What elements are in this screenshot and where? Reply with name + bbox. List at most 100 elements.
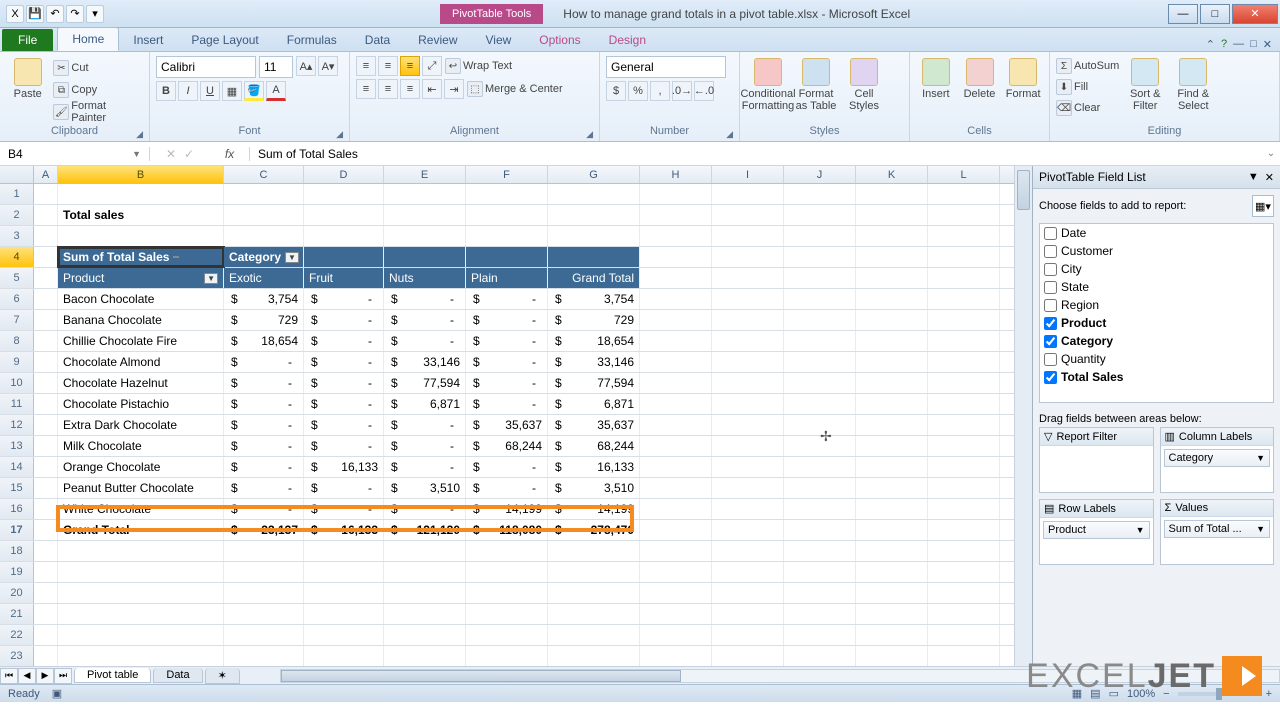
cell[interactable]: [548, 604, 640, 624]
cell[interactable]: [58, 646, 224, 666]
cell[interactable]: [304, 604, 384, 624]
cell[interactable]: [784, 625, 856, 645]
alignment-dialog-icon[interactable]: ◢: [586, 129, 593, 140]
row-header[interactable]: 23: [0, 646, 34, 666]
field-checkbox[interactable]: Customer: [1040, 242, 1273, 260]
cut-button[interactable]: ✂Cut: [53, 58, 143, 78]
cell[interactable]: [640, 352, 712, 372]
align-right-icon[interactable]: ≡: [400, 79, 420, 99]
cell[interactable]: [640, 415, 712, 435]
cell[interactable]: [712, 331, 784, 351]
expand-formula-icon[interactable]: ⌄: [1262, 148, 1280, 159]
row-header[interactable]: 4: [0, 247, 34, 267]
cell[interactable]: $-: [224, 457, 304, 477]
cell[interactable]: [784, 289, 856, 309]
cell[interactable]: [640, 583, 712, 603]
cell[interactable]: [856, 247, 928, 267]
cell[interactable]: Chocolate Hazelnut: [58, 373, 224, 393]
cell[interactable]: [712, 520, 784, 540]
cell[interactable]: [856, 499, 928, 519]
inc-indent-icon[interactable]: ⇥: [444, 79, 464, 99]
cell[interactable]: [640, 226, 712, 246]
row-header[interactable]: 7: [0, 310, 34, 330]
cell[interactable]: [466, 625, 548, 645]
comma-icon[interactable]: ,: [650, 81, 670, 101]
field-checkbox[interactable]: Quantity: [1040, 350, 1273, 368]
cell[interactable]: [712, 373, 784, 393]
cell[interactable]: $16,133: [304, 520, 384, 540]
cell[interactable]: [856, 625, 928, 645]
cell[interactable]: [466, 247, 548, 267]
cell[interactable]: [224, 604, 304, 624]
cell[interactable]: [34, 541, 58, 561]
find-select-button[interactable]: Find & Select: [1171, 56, 1215, 112]
align-top-icon[interactable]: ≡: [356, 56, 376, 76]
bold-button[interactable]: B: [156, 81, 176, 101]
cell[interactable]: [712, 415, 784, 435]
cell[interactable]: [640, 310, 712, 330]
cell[interactable]: [34, 373, 58, 393]
col-header[interactable]: H: [640, 166, 712, 183]
cell[interactable]: $-: [224, 373, 304, 393]
field-checkbox[interactable]: Product: [1040, 314, 1273, 332]
cell[interactable]: [784, 646, 856, 666]
cell[interactable]: [784, 604, 856, 624]
align-bottom-icon[interactable]: ≡: [400, 56, 420, 76]
cell[interactable]: [856, 562, 928, 582]
border-button[interactable]: ▦: [222, 81, 242, 101]
cond-format-button[interactable]: Conditional Formatting: [746, 56, 790, 112]
font-dialog-icon[interactable]: ◢: [336, 129, 343, 140]
cell[interactable]: [34, 184, 58, 204]
cell[interactable]: [58, 541, 224, 561]
cell[interactable]: [856, 268, 928, 288]
cell[interactable]: $-: [224, 436, 304, 456]
cell[interactable]: $-: [384, 310, 466, 330]
field-checkbox[interactable]: Total Sales: [1040, 368, 1273, 386]
cell[interactable]: [548, 646, 640, 666]
cell[interactable]: [928, 184, 1000, 204]
scroll-thumb[interactable]: [281, 670, 681, 682]
cell[interactable]: [466, 562, 548, 582]
cell[interactable]: Chocolate Almond: [58, 352, 224, 372]
cell[interactable]: $-: [304, 373, 384, 393]
cell[interactable]: [304, 646, 384, 666]
cell[interactable]: [856, 520, 928, 540]
save-icon[interactable]: 💾: [26, 5, 44, 23]
cell[interactable]: [640, 436, 712, 456]
autosum-button[interactable]: ΣAutoSum: [1056, 56, 1119, 76]
cell[interactable]: [928, 541, 1000, 561]
cell[interactable]: [384, 184, 466, 204]
orientation-icon[interactable]: ⤢: [422, 56, 442, 76]
cell[interactable]: $3,754: [224, 289, 304, 309]
cell[interactable]: Plain: [466, 268, 548, 288]
cell[interactable]: $3,510: [548, 478, 640, 498]
win-min-icon[interactable]: —: [1233, 38, 1244, 51]
cell[interactable]: [712, 352, 784, 372]
row-labels-area[interactable]: ▤Row Labels Product▼: [1039, 499, 1154, 565]
cell[interactable]: $35,637: [548, 415, 640, 435]
cell[interactable]: [856, 436, 928, 456]
cell[interactable]: [304, 541, 384, 561]
cell[interactable]: [466, 205, 548, 225]
cell[interactable]: $14,199: [548, 499, 640, 519]
cell[interactable]: [34, 226, 58, 246]
cell[interactable]: [224, 583, 304, 603]
cell[interactable]: [712, 604, 784, 624]
row-header[interactable]: 6: [0, 289, 34, 309]
dec-indent-icon[interactable]: ⇤: [422, 79, 442, 99]
cell[interactable]: $-: [384, 289, 466, 309]
cell-styles-button[interactable]: Cell Styles: [842, 56, 886, 112]
cell[interactable]: [928, 352, 1000, 372]
cell[interactable]: $77,594: [384, 373, 466, 393]
cell[interactable]: [34, 415, 58, 435]
cell[interactable]: [640, 520, 712, 540]
cell[interactable]: $-: [224, 352, 304, 372]
vertical-scrollbar[interactable]: [1014, 166, 1032, 684]
cell[interactable]: [304, 247, 384, 267]
cell[interactable]: [304, 184, 384, 204]
cell[interactable]: Chocolate Pistachio: [58, 394, 224, 414]
cell[interactable]: [640, 394, 712, 414]
row-header[interactable]: 17: [0, 520, 34, 540]
cell[interactable]: [784, 541, 856, 561]
cell[interactable]: [548, 541, 640, 561]
